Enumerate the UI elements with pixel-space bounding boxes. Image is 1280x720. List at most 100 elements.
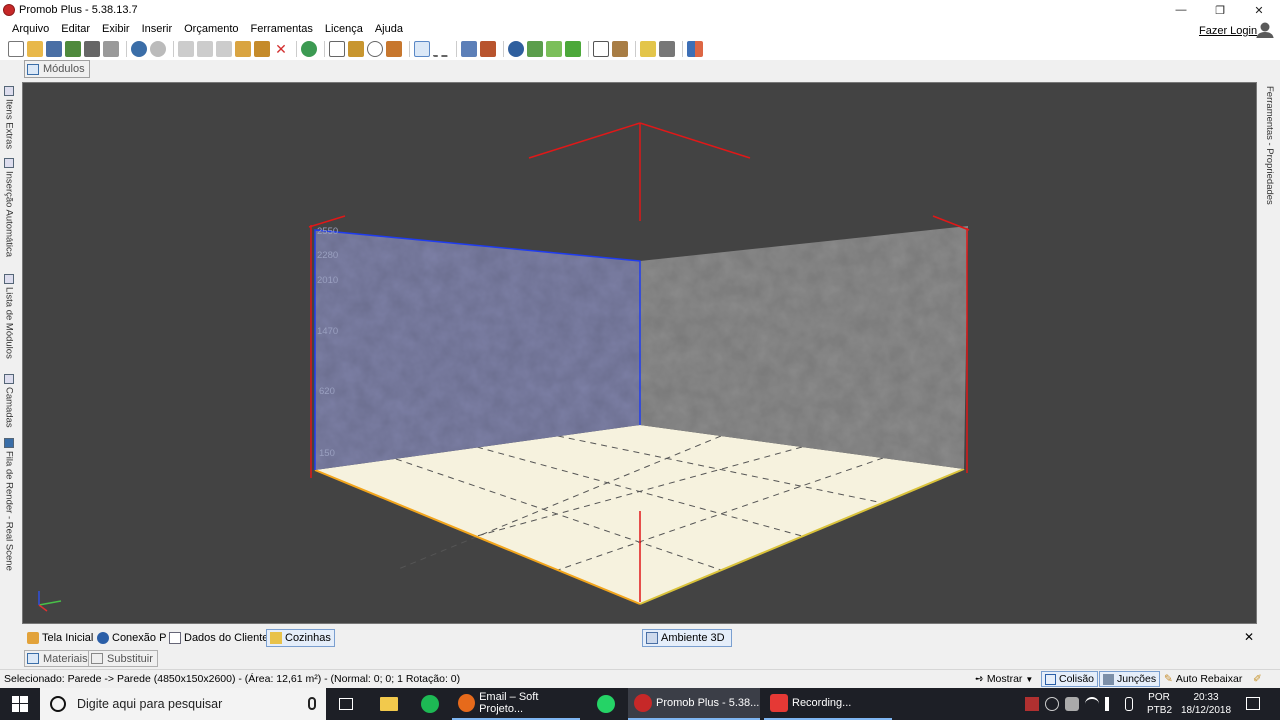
arrow-right-icon[interactable] (565, 41, 581, 57)
paint-brush-icon[interactable] (235, 41, 251, 57)
app-label: Promob Plus - 5.38... (656, 697, 760, 709)
notification-icon[interactable] (1246, 697, 1260, 710)
auto-lower-toggle[interactable]: ✎ Auto Rebaixar (1161, 671, 1245, 687)
tab-dados-do-cliente[interactable]: Dados do Cliente (166, 629, 271, 647)
volume-icon[interactable] (1105, 697, 1119, 711)
lasso-icon[interactable] (367, 41, 383, 57)
redo-icon[interactable] (150, 41, 166, 57)
collision-label: Colisão (1059, 673, 1095, 685)
app-label: Email – Soft Projeto... (479, 691, 539, 715)
tab-camadas[interactable]: Camadas (2, 374, 16, 428)
modules-icon (27, 63, 39, 75)
tab-itens-extras[interactable]: Itens Extras (2, 86, 16, 149)
taskbar-search[interactable]: Digite aqui para pesquisar (40, 688, 326, 720)
layout-icon[interactable] (329, 41, 345, 57)
spotify-icon[interactable] (410, 688, 450, 720)
print-icon[interactable] (84, 41, 100, 57)
date-label: 18/12/2018 (1180, 705, 1232, 716)
tab-insercao-automatica[interactable]: Inserção Automática (2, 158, 16, 257)
tab-tela-inicial[interactable]: Tela Inicial (24, 629, 96, 647)
measure-icon[interactable] (433, 41, 449, 57)
select-pointer-icon[interactable] (414, 41, 430, 57)
tab-ambiente-3d[interactable]: Ambiente 3D (642, 629, 732, 647)
language-label: POR (1148, 692, 1170, 703)
modules-tab[interactable]: Módulos (24, 60, 90, 78)
undo-icon[interactable] (131, 41, 147, 57)
show-dropdown[interactable]: ➺ Mostrar ▼ (972, 671, 1036, 687)
tab-substituir[interactable]: Substituir (88, 650, 158, 667)
recording-tray-icon[interactable] (1025, 697, 1039, 711)
shield-icon[interactable] (1065, 697, 1079, 711)
menu-orcamento[interactable]: Orçamento (178, 23, 244, 35)
light-icon[interactable] (640, 41, 656, 57)
wall-icon[interactable] (480, 41, 496, 57)
menu-inserir[interactable]: Inserir (136, 23, 179, 35)
auto-lower-label: Auto Rebaixar (1175, 673, 1243, 685)
main-toolbar: ✕ (0, 38, 1280, 60)
microphone-icon[interactable] (308, 697, 316, 710)
close-environment-button[interactable]: ✕ (1244, 630, 1254, 644)
new-file-icon[interactable] (8, 41, 24, 57)
cut-icon[interactable] (178, 41, 194, 57)
arrow-left-icon[interactable] (546, 41, 562, 57)
bottom-sub-tabs: Materiais Substituir (22, 650, 422, 668)
collision-toggle[interactable]: Colisão (1041, 671, 1099, 687)
tab-conexao-p[interactable]: Conexão P (94, 629, 169, 647)
open-folder-icon[interactable] (27, 41, 43, 57)
refresh-icon[interactable] (301, 41, 317, 57)
taskbar-app-firefox[interactable]: Email – Soft Projeto... (452, 688, 580, 720)
task-view-icon[interactable] (326, 688, 366, 720)
login-link[interactable]: Fazer Login (1199, 25, 1257, 37)
save-icon[interactable] (46, 41, 62, 57)
menu-licenca[interactable]: Licença (319, 23, 369, 35)
copy-icon[interactable] (197, 41, 213, 57)
tab-fila-de-render[interactable]: Fila de Render - Real Scene (2, 438, 16, 571)
menu-editar[interactable]: Editar (55, 23, 96, 35)
print-preview-icon[interactable] (103, 41, 119, 57)
junctions-toggle[interactable]: Junções (1099, 671, 1161, 687)
mic-tray-icon[interactable] (1125, 697, 1133, 711)
extras-icon (4, 86, 14, 96)
3d-viewport[interactable]: 2550 2280 2010 1470 620 150 (22, 82, 1257, 624)
dimension-label: 2010 (317, 275, 338, 286)
modules-icon[interactable] (348, 41, 364, 57)
wifi-icon[interactable] (1085, 697, 1099, 711)
system-clock[interactable]: 20:33 18/12/2018 (1178, 691, 1234, 717)
palette-icon[interactable] (687, 41, 703, 57)
paste-icon[interactable] (216, 41, 232, 57)
tab-label: Conexão P (112, 632, 167, 644)
menu-exibir[interactable]: Exibir (96, 23, 136, 35)
tab-lista-de-modulos[interactable]: Lista de Módulos (2, 274, 16, 359)
show-label: Mostrar (986, 673, 1023, 685)
file-explorer-icon[interactable] (369, 688, 409, 720)
recorder-icon (770, 694, 788, 712)
menu-arquivo[interactable]: Arquivo (6, 23, 55, 35)
input-language[interactable]: POR PTB2 (1147, 691, 1172, 717)
view-mode-icon[interactable] (593, 41, 609, 57)
eye-icon[interactable] (508, 41, 524, 57)
delete-icon[interactable]: ✕ (273, 41, 289, 57)
taskbar-app-promob[interactable]: Promob Plus - 5.38... (628, 688, 760, 720)
render-icon[interactable] (65, 41, 81, 57)
orbit-icon[interactable] (527, 41, 543, 57)
wrench-icon[interactable]: ✐ (1250, 671, 1265, 687)
whatsapp-icon[interactable] (586, 688, 626, 720)
network-icon[interactable] (1045, 697, 1059, 711)
dimension-label: 150 (319, 448, 335, 459)
menu-ferramentas[interactable]: Ferramentas (245, 23, 319, 35)
door-icon[interactable] (386, 41, 402, 57)
cube-view-icon[interactable] (461, 41, 477, 57)
menu-ajuda[interactable]: Ajuda (369, 23, 409, 35)
tab-cozinhas[interactable]: Cozinhas (266, 629, 335, 647)
format-painter-icon[interactable] (254, 41, 270, 57)
close-button[interactable]: ✕ (1236, 0, 1280, 20)
box-icon[interactable] (612, 41, 628, 57)
app-label: Recording... (792, 697, 852, 709)
taskbar-app-recorder[interactable]: Recording... (764, 688, 892, 720)
tab-materiais[interactable]: Materiais (24, 650, 93, 667)
tab-label: Lista de Módulos (3, 287, 15, 359)
start-button[interactable] (0, 688, 40, 720)
3d-scene[interactable]: 2550 2280 2010 1470 620 150 (23, 83, 1257, 624)
tab-ferramentas-propriedades[interactable]: Ferramentas - Propriedades (1264, 86, 1275, 205)
camera-icon[interactable] (659, 41, 675, 57)
